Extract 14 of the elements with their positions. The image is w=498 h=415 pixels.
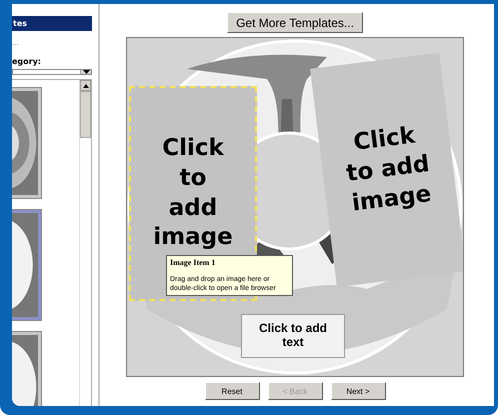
scrollbar[interactable] <box>79 80 91 406</box>
tooltip-title: Image Item 1 <box>170 258 216 267</box>
scroll-up-icon[interactable] <box>80 80 91 91</box>
get-more-templates-button[interactable]: Get More Templates... <box>227 12 363 33</box>
reset-button[interactable]: Reset <box>204 382 260 400</box>
category-dropdown[interactable] <box>12 69 92 75</box>
next-button[interactable]: Next > <box>330 382 386 400</box>
template-thumbnail[interactable] <box>12 210 41 320</box>
category-label: egory: <box>12 57 42 66</box>
scrollbar-thumb[interactable] <box>80 91 91 138</box>
panel-title: tes <box>12 16 92 31</box>
text-placeholder[interactable]: Click to add text <box>241 314 345 358</box>
template-thumbnail[interactable] <box>12 88 41 198</box>
dropdown-arrow-icon[interactable] <box>80 70 91 74</box>
